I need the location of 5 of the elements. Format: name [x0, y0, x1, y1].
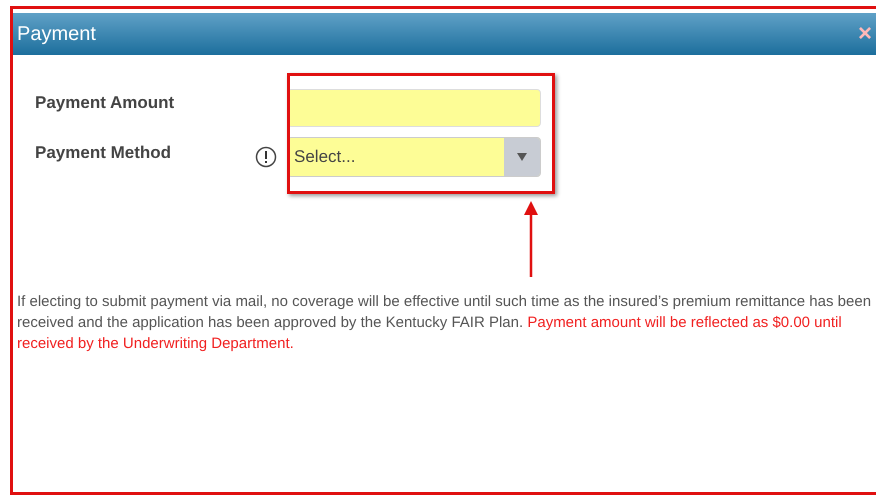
notice-text: If electing to submit payment via mail, no coverage will be effective until such time as the insured’s premium remittance has been received and the application has been approved by the Kentucky FAIR Plan. Payment amount will be reflected as $0.00 until received by the Underwriting Department.	[17, 292, 872, 354]
field-label: Payment Method	[35, 143, 172, 163]
window-title: Payment	[17, 22, 96, 46]
field-label: Payment Amount	[35, 93, 176, 113]
caret-icon	[517, 153, 527, 161]
